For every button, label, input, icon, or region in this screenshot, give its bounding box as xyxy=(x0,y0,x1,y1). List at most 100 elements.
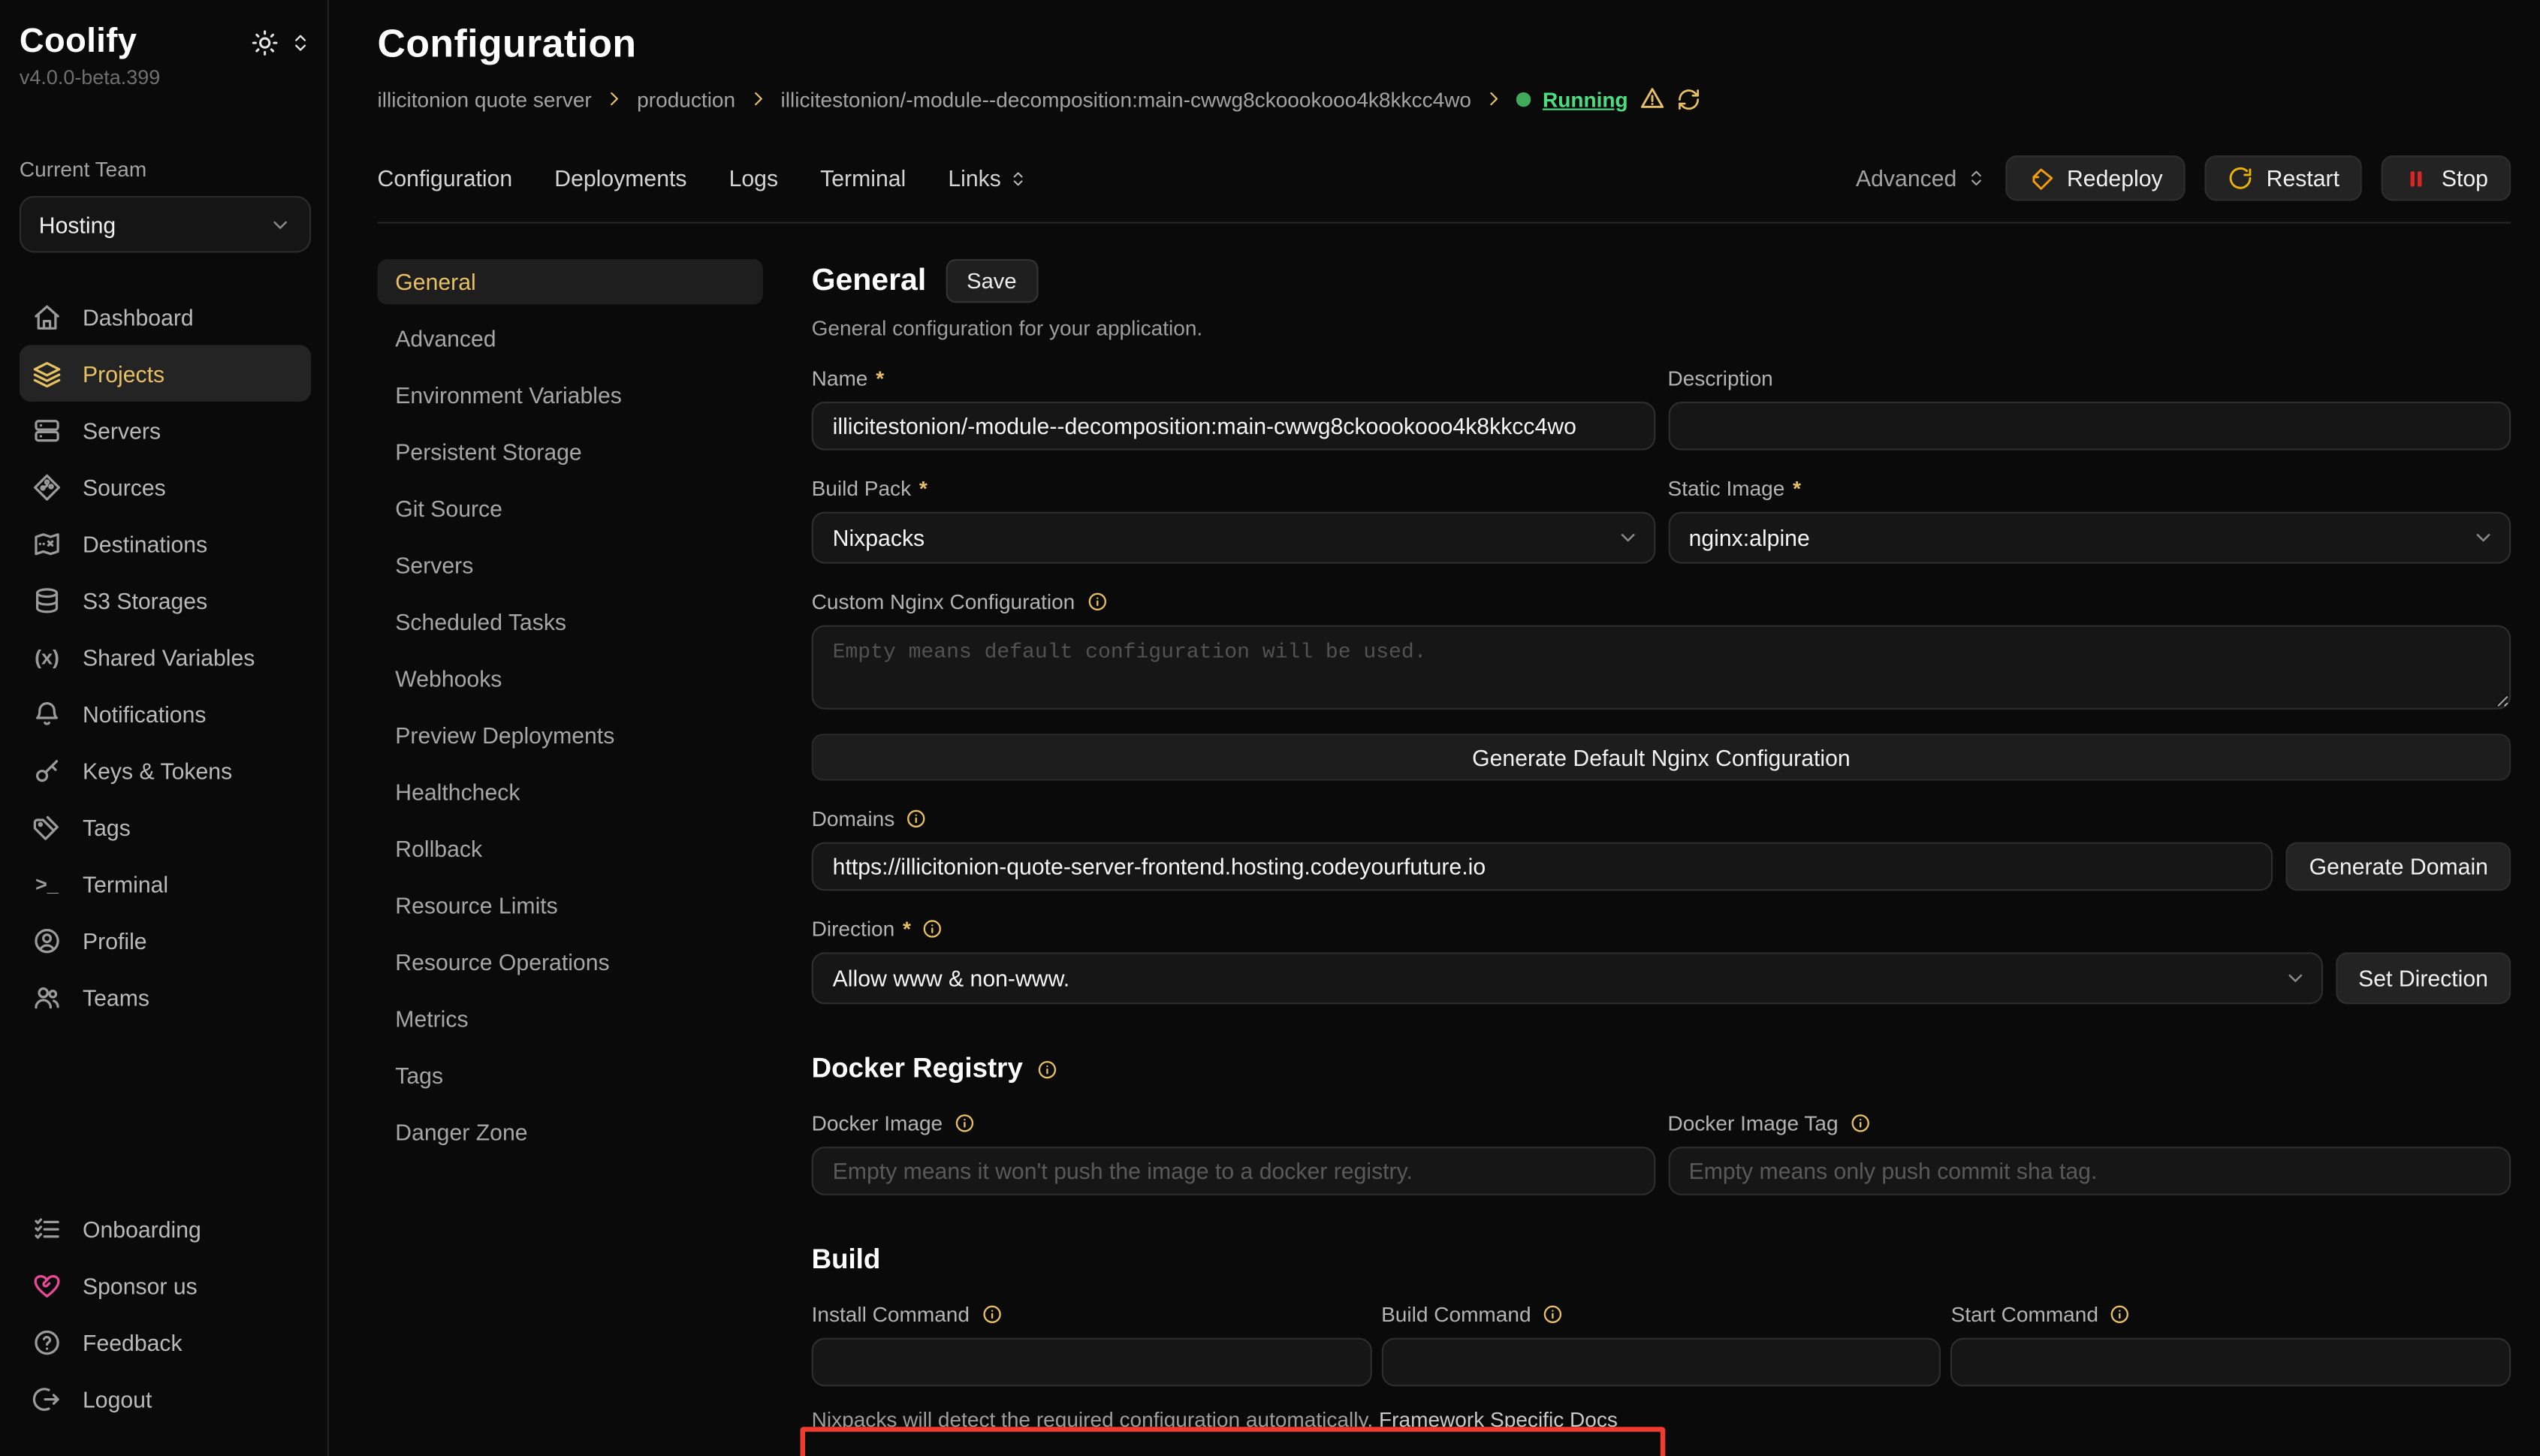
sidebar-item-terminal[interactable]: >_ Terminal xyxy=(20,855,311,912)
database-icon xyxy=(32,586,62,615)
sidebar-item-notifications[interactable]: Notifications xyxy=(20,685,311,741)
sidebar-item-keys-tokens[interactable]: Keys & Tokens xyxy=(20,742,311,798)
theme-selector-icon[interactable] xyxy=(290,32,311,53)
settings-nav-metrics[interactable]: Metrics xyxy=(378,996,763,1041)
info-icon[interactable] xyxy=(1543,1304,1564,1325)
settings-nav-environment-variables[interactable]: Environment Variables xyxy=(378,372,763,418)
sidebar-item-label: Tags xyxy=(83,814,131,840)
settings-nav-persistent-storage[interactable]: Persistent Storage xyxy=(378,430,763,475)
info-icon[interactable] xyxy=(954,1113,975,1134)
build-pack-select[interactable]: Nixpacks xyxy=(812,512,1655,564)
docker-image-tag-input[interactable] xyxy=(1668,1147,2511,1195)
sidebar-item-feedback[interactable]: Feedback xyxy=(20,1313,311,1370)
tab-terminal[interactable]: Terminal xyxy=(820,165,906,191)
sidebar-item-shared-variables[interactable]: (x) Shared Variables xyxy=(20,629,311,685)
breadcrumb-project[interactable]: illicitonion quote server xyxy=(378,86,592,110)
bell-icon xyxy=(32,699,62,728)
breadcrumb-application[interactable]: illicitestonion/-module--decomposition:m… xyxy=(781,86,1472,110)
tab-logs[interactable]: Logs xyxy=(729,165,778,191)
chevron-right-icon xyxy=(1484,89,1504,109)
advanced-dropdown[interactable]: Advanced xyxy=(1856,165,1986,191)
info-icon[interactable] xyxy=(2110,1304,2131,1325)
info-icon[interactable] xyxy=(1850,1113,1871,1134)
stop-button[interactable]: Stop xyxy=(2382,155,2511,200)
stop-pause-icon xyxy=(2404,166,2428,190)
tab-links[interactable]: Links xyxy=(948,165,1027,191)
build-command-input[interactable] xyxy=(1381,1338,1941,1387)
settings-nav-resource-limits[interactable]: Resource Limits xyxy=(378,883,763,928)
static-image-label: Static Image xyxy=(1668,476,1785,500)
warning-triangle-icon[interactable] xyxy=(1640,86,1666,112)
logout-icon xyxy=(32,1384,62,1413)
settings-nav-advanced[interactable]: Advanced xyxy=(378,316,763,361)
save-button[interactable]: Save xyxy=(946,259,1037,303)
install-command-input[interactable] xyxy=(812,1338,1372,1387)
settings-nav-resource-operations[interactable]: Resource Operations xyxy=(378,939,763,984)
set-direction-button[interactable]: Set Direction xyxy=(2336,952,2511,1004)
refresh-status-icon[interactable] xyxy=(1676,86,1700,110)
settings-nav-tags[interactable]: Tags xyxy=(378,1053,763,1098)
direction-select[interactable]: Allow www & non-www. xyxy=(812,952,2323,1004)
generate-domain-button[interactable]: Generate Domain xyxy=(2286,843,2511,891)
status-badge: Running xyxy=(1516,86,1700,112)
sidebar-item-label: Teams xyxy=(83,984,149,1010)
info-icon[interactable] xyxy=(1037,1059,1058,1080)
home-icon xyxy=(32,302,62,331)
sidebar-item-dashboard[interactable]: Dashboard xyxy=(20,288,311,345)
settings-nav-general[interactable]: General xyxy=(378,259,763,304)
framework-docs-link[interactable]: Framework Specific Docs xyxy=(1379,1407,1618,1431)
chevron-right-icon xyxy=(748,89,768,109)
info-icon[interactable] xyxy=(922,918,943,939)
sidebar-item-label: Logout xyxy=(83,1385,152,1412)
sidebar-item-logout[interactable]: Logout xyxy=(20,1370,311,1427)
nixpacks-note: Nixpacks will detect the required config… xyxy=(812,1407,1374,1431)
custom-nginx-textarea[interactable] xyxy=(812,626,2511,710)
tab-deployments[interactable]: Deployments xyxy=(554,165,686,191)
chevron-down-icon xyxy=(1616,526,1639,549)
sidebar-item-sources[interactable]: Sources xyxy=(20,458,311,514)
settings-nav-rollback[interactable]: Rollback xyxy=(378,826,763,871)
settings-nav-webhooks[interactable]: Webhooks xyxy=(378,656,763,701)
settings-nav-danger-zone[interactable]: Danger Zone xyxy=(378,1109,763,1154)
sidebar-item-s3-storages[interactable]: S3 Storages xyxy=(20,571,311,628)
restart-button[interactable]: Restart xyxy=(2205,155,2362,200)
info-icon[interactable] xyxy=(906,808,927,829)
tab-configuration[interactable]: Configuration xyxy=(378,165,513,191)
sidebar-item-servers[interactable]: Servers xyxy=(20,402,311,458)
docker-image-input[interactable] xyxy=(812,1147,1655,1195)
sidebar-item-profile[interactable]: Profile xyxy=(20,912,311,968)
description-input[interactable] xyxy=(1668,402,2511,451)
settings-nav-healthcheck[interactable]: Healthcheck xyxy=(378,770,763,815)
status-dot xyxy=(1516,92,1531,106)
restart-icon xyxy=(2228,165,2254,191)
sidebar-item-sponsor-us[interactable]: Sponsor us xyxy=(20,1257,311,1313)
domains-input[interactable] xyxy=(812,843,2274,891)
sidebar-item-teams[interactable]: Teams xyxy=(20,969,311,1025)
sidebar-item-label: Sources xyxy=(83,474,166,500)
sidebar-item-tags[interactable]: Tags xyxy=(20,798,311,855)
settings-nav-preview-deployments[interactable]: Preview Deployments xyxy=(378,713,763,758)
build-pack-value: Nixpacks xyxy=(833,525,925,551)
team-select[interactable]: Hosting xyxy=(20,196,311,252)
name-input[interactable] xyxy=(812,402,1655,451)
info-icon[interactable] xyxy=(1086,591,1107,612)
sidebar-item-projects[interactable]: Projects xyxy=(20,345,311,401)
theme-sun-icon[interactable] xyxy=(251,29,279,57)
build-section-title: Build xyxy=(812,1243,881,1276)
settings-nav-scheduled-tasks[interactable]: Scheduled Tasks xyxy=(378,599,763,644)
info-icon[interactable] xyxy=(981,1304,1002,1325)
tab-bar: Configuration Deployments Logs Terminal … xyxy=(378,155,2511,200)
breadcrumb-environment[interactable]: production xyxy=(637,86,735,110)
heart-handshake-icon xyxy=(32,1271,62,1300)
settings-nav-git-source[interactable]: Git Source xyxy=(378,486,763,531)
start-command-input[interactable] xyxy=(1951,1338,2511,1387)
chevron-down-icon xyxy=(2472,526,2494,549)
static-image-select[interactable]: nginx:alpine xyxy=(1668,512,2511,564)
sidebar-item-onboarding[interactable]: Onboarding xyxy=(20,1200,311,1256)
sidebar-item-destinations[interactable]: Destinations xyxy=(20,515,311,571)
settings-nav-servers[interactable]: Servers xyxy=(378,543,763,588)
redeploy-button[interactable]: Redeploy xyxy=(2005,155,2186,200)
generate-nginx-config-button[interactable]: Generate Default Nginx Configuration xyxy=(812,734,2511,781)
docker-image-tag-label: Docker Image Tag xyxy=(1668,1111,1839,1135)
status-running-link[interactable]: Running xyxy=(1543,86,1628,110)
